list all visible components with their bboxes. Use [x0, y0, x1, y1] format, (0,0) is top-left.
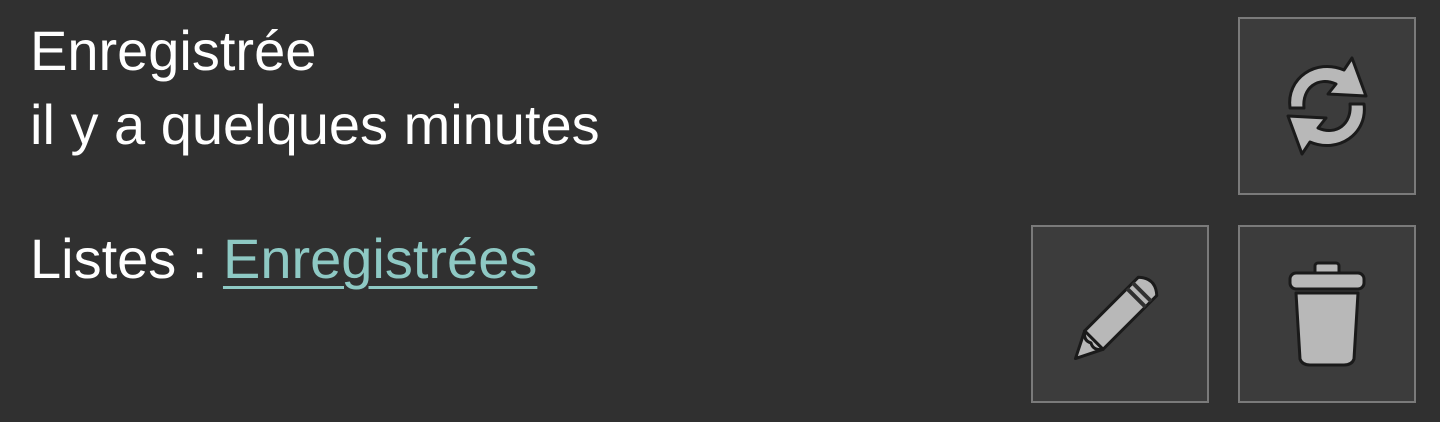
saved-item-panel: Enregistrée il y a quelques minutes List…: [0, 0, 1440, 422]
lists-row: Listes : Enregistrées: [30, 224, 537, 294]
delete-button[interactable]: [1238, 225, 1416, 403]
status-title: Enregistrée: [30, 19, 317, 82]
edit-button[interactable]: [1031, 225, 1209, 403]
status-time: il y a quelques minutes: [30, 93, 600, 156]
lists-link[interactable]: Enregistrées: [223, 227, 537, 290]
refresh-icon: [1286, 56, 1368, 156]
lists-label: Listes :: [30, 227, 208, 290]
refresh-button[interactable]: [1238, 17, 1416, 195]
trash-icon: [1288, 261, 1366, 367]
pencil-icon: [1073, 275, 1159, 361]
